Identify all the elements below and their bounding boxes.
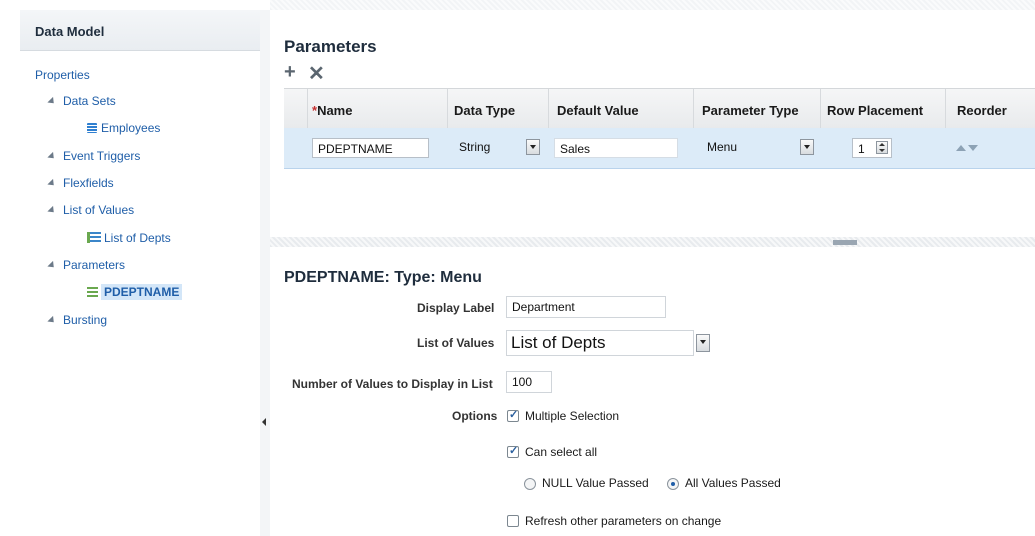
column-separator [693, 89, 694, 129]
data-type-value: String [459, 140, 491, 154]
column-header-name[interactable]: *Name [312, 103, 352, 118]
column-separator [548, 89, 549, 129]
data-type-dropdown-icon[interactable] [526, 139, 540, 155]
tree-item-flexfields[interactable]: Flexfields [47, 176, 114, 190]
column-separator [307, 89, 308, 129]
tree-item-label: Flexfields [63, 176, 114, 190]
move-up-icon[interactable] [956, 145, 966, 151]
tree-item-employees[interactable]: Employees [87, 121, 160, 135]
tree-item-label: Bursting [63, 313, 108, 327]
tree-item-label: Event Triggers [63, 149, 141, 163]
tree-item-parameters[interactable]: Parameters [47, 258, 126, 272]
expand-triangle-icon[interactable] [47, 152, 57, 162]
tree-item-label: Data Sets [63, 94, 116, 108]
tree-item-properties[interactable]: Properties [35, 68, 90, 82]
can-select-all-label: Can select all [525, 445, 598, 459]
tree-item-label: Employees [101, 121, 161, 135]
tree-item-event-triggers[interactable]: Event Triggers [47, 149, 141, 163]
column-separator [945, 89, 946, 129]
expand-triangle-icon[interactable] [47, 179, 57, 189]
plus-icon[interactable]: + [284, 61, 296, 84]
column-header-row-placement[interactable]: Row Placement [827, 103, 923, 118]
divider-grip-icon[interactable] [833, 240, 857, 245]
column-header-parameter-type[interactable]: Parameter Type [702, 103, 799, 118]
data-type-select[interactable]: String [454, 137, 526, 157]
parameter-type-select[interactable]: Menu [702, 137, 792, 157]
column-header-data-type[interactable]: Data Type [454, 103, 515, 118]
tree-item-label: Parameters [63, 258, 126, 272]
expand-triangle-icon[interactable] [47, 316, 57, 326]
tree-item-list-of-depts[interactable]: List of Depts [87, 231, 171, 245]
parameters-title: Parameters [284, 37, 377, 56]
default-value-input[interactable]: Sales [554, 138, 678, 158]
column-separator [820, 89, 821, 129]
dataset-icon [87, 123, 97, 133]
multiple-selection-label: Multiple Selection [525, 409, 620, 423]
column-header-reorder[interactable]: Reorder [957, 103, 1007, 118]
data-model-pane: Data Model Properties Data Sets Employee… [20, 10, 261, 536]
column-header-default-value[interactable]: Default Value [557, 103, 639, 118]
refresh-other-parameters-checkbox[interactable] [507, 515, 519, 527]
expand-triangle-icon[interactable] [47, 206, 57, 216]
display-label-label: Display Label [417, 301, 495, 315]
x-icon[interactable]: ✕ [308, 61, 325, 86]
tree-item-pdeptname[interactable]: PDEPTNAME [87, 284, 183, 300]
parameter-detail-title: PDEPTNAME: Type: Menu [284, 269, 482, 286]
parameter-row[interactable]: PDEPTNAME String Sales Menu 1 [284, 128, 1035, 169]
column-header-label: Name [317, 103, 353, 118]
move-down-icon[interactable] [968, 145, 978, 151]
all-values-passed-radio[interactable] [667, 478, 679, 490]
tree-item-label: List of Values [63, 203, 135, 217]
list-of-values-select[interactable]: List of Depts [506, 330, 694, 356]
null-value-passed-radio[interactable] [524, 478, 536, 490]
display-label-input[interactable]: Department [506, 296, 666, 318]
tree-item-label: PDEPTNAME [101, 284, 183, 300]
multiple-selection-checkbox[interactable] [507, 408, 519, 422]
num-values-input[interactable]: 100 [506, 371, 552, 393]
list-of-values-dropdown-icon[interactable] [696, 334, 710, 352]
collapse-left-arrow-icon[interactable] [262, 418, 266, 426]
tree-item-label: List of Depts [104, 231, 171, 245]
num-values-label: Number of Values to Display in List [292, 377, 493, 391]
can-select-all-checkbox[interactable] [507, 444, 519, 458]
parameters-grid-header: *Name Data Type Default Value Parameter … [284, 88, 1035, 130]
null-value-passed-label: NULL Value Passed [542, 476, 649, 490]
tree-item-data-sets[interactable]: Data Sets [47, 94, 116, 108]
parameter-icon [87, 287, 98, 297]
name-input[interactable]: PDEPTNAME [312, 138, 429, 158]
refresh-other-parameters-label: Refresh other parameters on change [525, 514, 722, 528]
expand-triangle-icon[interactable] [47, 97, 57, 107]
row-placement-value: 1 [858, 142, 865, 156]
parameter-type-dropdown-icon[interactable] [800, 139, 814, 155]
list-of-values-label: List of Values [417, 336, 495, 350]
spinner-arrows-icon[interactable] [876, 141, 888, 154]
all-values-passed-label: All Values Passed [685, 476, 781, 490]
list-of-values-value: List of Depts [511, 333, 606, 352]
column-separator [447, 89, 448, 129]
expand-triangle-icon[interactable] [47, 261, 57, 271]
tree-item-list-of-values[interactable]: List of Values [47, 203, 135, 217]
parameter-type-value: Menu [707, 140, 738, 154]
panel-divider[interactable] [270, 237, 1035, 247]
data-model-title: Data Model [35, 24, 105, 39]
pane-splitter[interactable] [260, 10, 270, 536]
top-hatch-strip [270, 0, 1035, 10]
data-model-header: Data Model [20, 10, 260, 51]
options-label: Options [452, 409, 498, 423]
list-of-values-icon [87, 232, 101, 243]
tree-item-bursting[interactable]: Bursting [47, 313, 108, 327]
